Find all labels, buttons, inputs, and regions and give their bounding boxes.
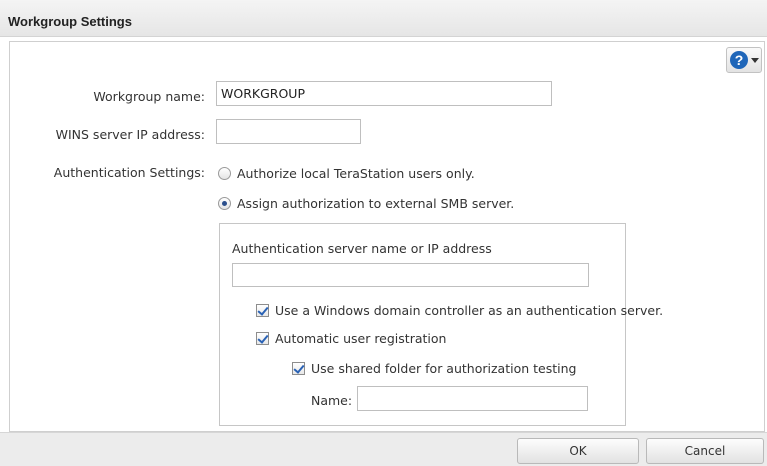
wins-server-input[interactable] — [216, 119, 361, 144]
workgroup-name-label: Workgroup name: — [93, 89, 205, 104]
dialog-title: Workgroup Settings — [8, 14, 132, 29]
wins-server-label: WINS server IP address: — [55, 127, 205, 142]
dialog-titlebar: Workgroup Settings — [0, 0, 767, 37]
radio-external-smb[interactable] — [218, 197, 231, 210]
radio-local-users[interactable] — [218, 167, 231, 180]
authentication-settings-label: Authentication Settings: — [53, 165, 205, 180]
workgroup-settings-dialog: Workgroup Settings ? Workgroup name: WIN… — [0, 0, 767, 466]
workgroup-name-input[interactable] — [216, 81, 552, 106]
radio-external-smb-label: Assign authorization to external SMB ser… — [237, 196, 515, 211]
share-name-label: Name: — [311, 393, 353, 408]
help-dropdown-button[interactable]: ? — [726, 47, 762, 73]
cancel-button[interactable]: Cancel — [646, 438, 764, 464]
radio-local-users-label: Authorize local TeraStation users only. — [237, 166, 475, 181]
help-question-icon: ? — [730, 51, 748, 69]
windows-dc-checkbox[interactable] — [256, 304, 269, 317]
ok-button[interactable]: OK — [517, 438, 639, 464]
auto-registration-label: Automatic user registration — [275, 331, 447, 346]
chevron-down-icon — [751, 58, 759, 63]
auth-server-input[interactable] — [232, 263, 589, 287]
shared-folder-label: Use shared folder for authorization test… — [311, 361, 577, 376]
windows-dc-label: Use a Windows domain controller as an au… — [275, 303, 664, 318]
auto-registration-checkbox[interactable] — [256, 332, 269, 345]
shared-folder-checkbox[interactable] — [292, 362, 305, 375]
auth-server-label: Authentication server name or IP address — [232, 241, 492, 256]
share-name-input[interactable] — [357, 386, 588, 411]
